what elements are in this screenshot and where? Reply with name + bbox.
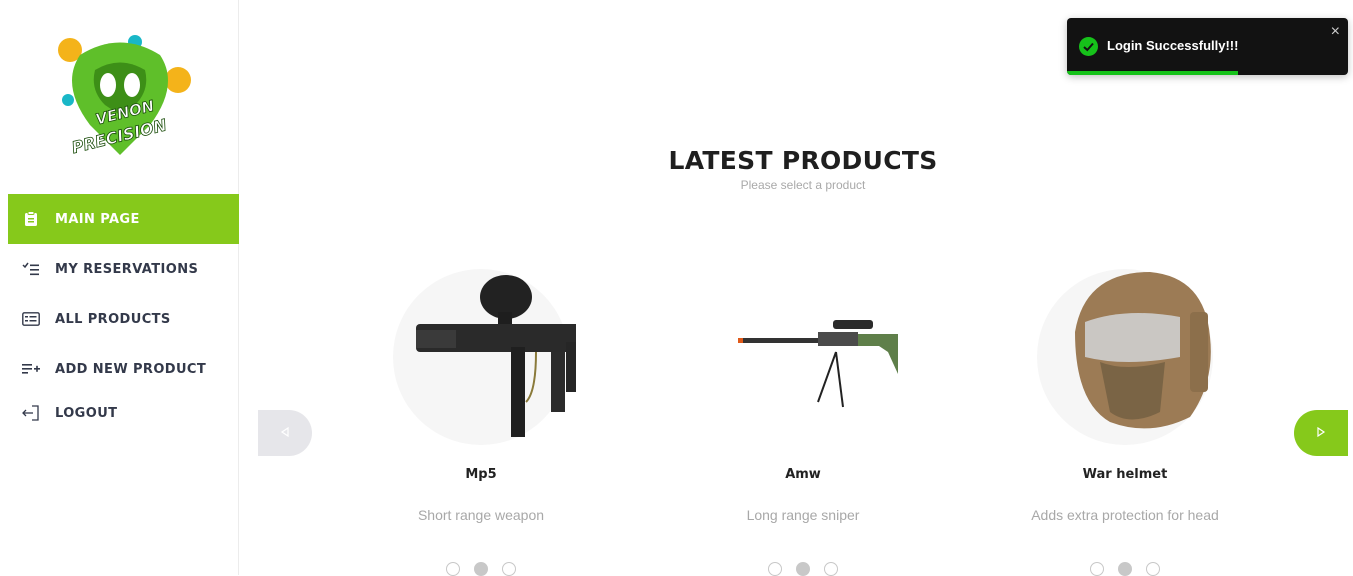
- sidebar-nav: MAIN PAGE MY RESERVATIONS ALL PRODUCTS A…: [8, 194, 239, 432]
- twitter-icon[interactable]: [1118, 562, 1132, 576]
- sidebar-item-my-reservations[interactable]: MY RESERVATIONS: [8, 244, 239, 294]
- product-name: Mp5: [465, 467, 497, 482]
- sidebar: VENON PRECISION MAIN PAGE MY RESERVATION…: [0, 0, 239, 575]
- sidebar-item-label: LOGOUT: [55, 405, 118, 421]
- logout-icon: [20, 402, 42, 424]
- linkedin-icon[interactable]: [1146, 562, 1160, 576]
- social-links: [683, 562, 923, 576]
- tactical-helmet-image[interactable]: [1030, 262, 1220, 452]
- product-description: Short range weapon: [417, 507, 545, 523]
- carousel-prev-button[interactable]: [258, 410, 312, 456]
- facebook-icon[interactable]: [768, 562, 782, 576]
- venon-precision-logo[interactable]: VENON PRECISION: [40, 30, 200, 160]
- page-title: LATEST PRODUCTS: [668, 146, 938, 175]
- sidebar-item-label: ADD NEW PRODUCT: [55, 361, 207, 377]
- paintball-gun-image[interactable]: [386, 262, 586, 452]
- social-links: [361, 562, 601, 576]
- sidebar-item-label: MAIN PAGE: [55, 211, 140, 227]
- page-subtitle: Please select a product: [740, 178, 866, 192]
- sidebar-item-add-new-product[interactable]: ADD NEW PRODUCT: [8, 344, 239, 394]
- product-card-mp5[interactable]: Mp5 Short range weapon: [361, 262, 601, 576]
- carousel-next-button[interactable]: [1294, 410, 1348, 456]
- checklist-icon: [20, 258, 42, 280]
- sidebar-item-label: MY RESERVATIONS: [55, 261, 199, 277]
- product-name: War helmet: [1082, 467, 1168, 482]
- playlist-add-icon: [20, 358, 42, 380]
- sidebar-item-main-page[interactable]: MAIN PAGE: [8, 194, 239, 244]
- login-success-toast[interactable]: Login Successfully!!! ×: [1067, 18, 1348, 75]
- facebook-icon[interactable]: [446, 562, 460, 576]
- social-links: [1005, 562, 1245, 576]
- twitter-icon[interactable]: [474, 562, 488, 576]
- sidebar-item-label: ALL PRODUCTS: [55, 311, 171, 327]
- product-description: Long range sniper: [746, 507, 860, 523]
- sidebar-item-all-products[interactable]: ALL PRODUCTS: [8, 294, 239, 344]
- product-name: Amw: [785, 467, 821, 482]
- close-icon[interactable]: ×: [1331, 24, 1340, 40]
- triangle-right-icon: [1316, 424, 1326, 442]
- toast-progress-bar: [1067, 71, 1239, 75]
- product-card-war-helmet[interactable]: War helmet Adds extra protection for hea…: [1005, 262, 1245, 576]
- linkedin-icon[interactable]: [502, 562, 516, 576]
- section-heading: LATEST PRODUCTS Please select a product: [240, 146, 1353, 192]
- toast-message: Login Successfully!!!: [1107, 38, 1239, 53]
- id-card-icon: [20, 308, 42, 330]
- product-description: Adds extra protection for head: [1031, 507, 1219, 523]
- sidebar-item-logout[interactable]: LOGOUT: [8, 394, 239, 432]
- twitter-icon[interactable]: [796, 562, 810, 576]
- facebook-icon[interactable]: [1090, 562, 1104, 576]
- linkedin-icon[interactable]: [824, 562, 838, 576]
- triangle-left-icon: [280, 424, 290, 442]
- sniper-rifle-image[interactable]: [708, 262, 913, 452]
- product-card-amw[interactable]: Amw Long range sniper: [683, 262, 923, 576]
- clipboard-icon: [20, 208, 42, 230]
- check-circle-icon: [1079, 37, 1098, 56]
